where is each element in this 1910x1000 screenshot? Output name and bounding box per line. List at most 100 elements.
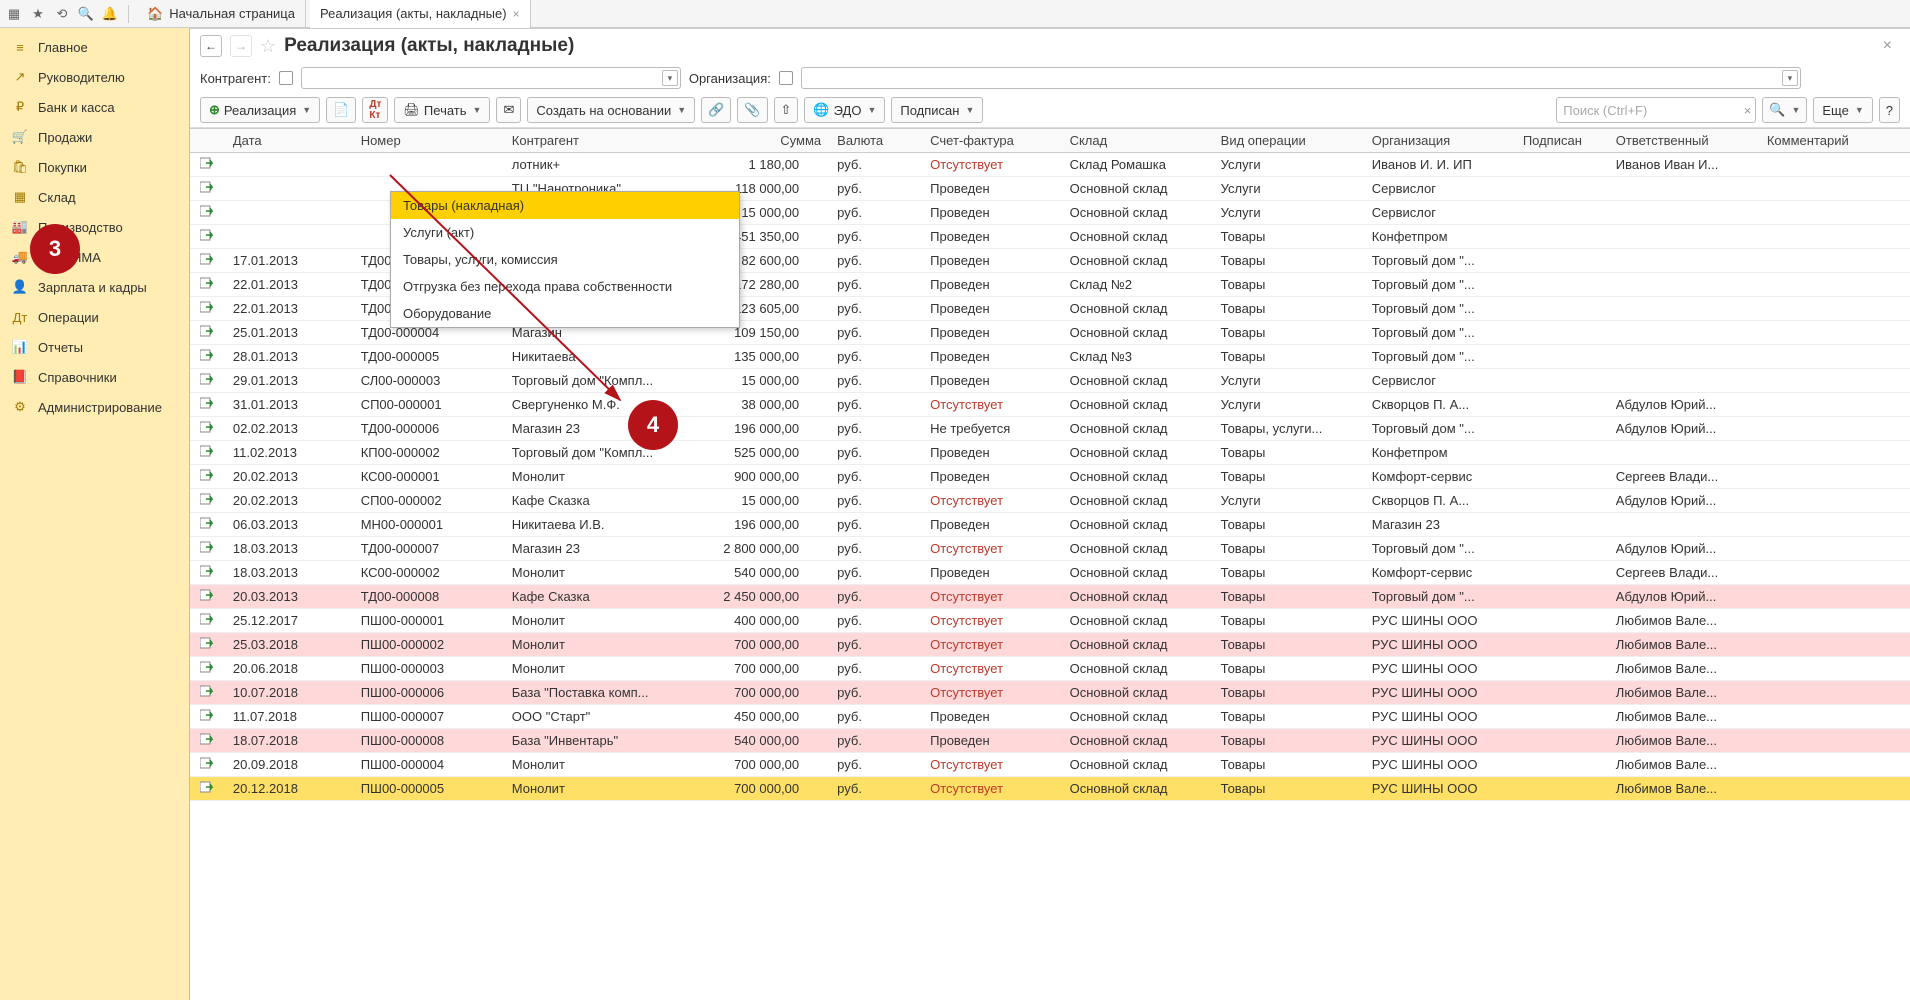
cell-signed <box>1515 225 1608 249</box>
cell-number: ТД00-000006 <box>353 417 504 441</box>
upload-button[interactable]: ⇧ <box>774 97 799 123</box>
chevron-down-icon[interactable]: ▾ <box>1782 70 1798 86</box>
sidebar-item-1[interactable]: ↗Руководителю <box>0 62 189 92</box>
org-checkbox[interactable] <box>779 71 793 85</box>
help-button[interactable]: ? <box>1879 97 1900 123</box>
counterparty-input[interactable]: ▾ <box>301 67 681 89</box>
star-icon[interactable]: ★ <box>28 4 48 24</box>
dropdown-item-4[interactable]: Оборудование <box>391 300 739 327</box>
cell-number: КС00-000001 <box>353 465 504 489</box>
realization-button[interactable]: ⊕ Реализация ▼ <box>200 97 320 123</box>
counterparty-checkbox[interactable] <box>279 71 293 85</box>
dropdown-item-2[interactable]: Товары, услуги, комиссия <box>391 246 739 273</box>
sidebar-item-2[interactable]: ₽Банк и касса <box>0 92 189 122</box>
tab-realization[interactable]: Реализация (акты, накладные) × <box>310 0 531 28</box>
column-header[interactable] <box>190 129 225 153</box>
table-row[interactable]: 02.02.2013ТД00-000006Магазин 23196 000,0… <box>190 417 1910 441</box>
table-row[interactable]: 25.03.2018ПШ00-000002Монолит700 000,00ру… <box>190 633 1910 657</box>
table-row[interactable]: 20.06.2018ПШ00-000003Монолит700 000,00ру… <box>190 657 1910 681</box>
table-row[interactable]: 28.01.2013ТД00-000005Никитаева135 000,00… <box>190 345 1910 369</box>
column-header[interactable]: Счет-фактура <box>922 129 1061 153</box>
sidebar-item-4[interactable]: 🛍Покупки <box>0 152 189 182</box>
table-row[interactable]: 18.07.2018ПШ00-000008База "Инвентарь"540… <box>190 729 1910 753</box>
column-header[interactable]: Подписан <box>1515 129 1608 153</box>
cell-currency: руб. <box>829 393 922 417</box>
column-header[interactable]: Номер <box>353 129 504 153</box>
favorite-star-icon[interactable]: ☆ <box>260 36 276 57</box>
chevron-down-icon[interactable]: ▾ <box>662 70 678 86</box>
dtkt-button[interactable]: ДтКт <box>362 97 388 123</box>
sidebar-item-3[interactable]: 🛒Продажи <box>0 122 189 152</box>
tab-home[interactable]: 🏠 Начальная страница <box>137 0 306 28</box>
cell-invoice: Отсутствует <box>922 537 1061 561</box>
column-header[interactable]: Контрагент <box>504 129 690 153</box>
copy-button[interactable]: 📄 <box>326 97 356 123</box>
sidebar-item-5[interactable]: ▦Склад <box>0 182 189 212</box>
table-row[interactable]: 06.03.2013МН00-000001Никитаева И.В.196 0… <box>190 513 1910 537</box>
table-row[interactable]: 10.07.2018ПШ00-000006База "Поставка комп… <box>190 681 1910 705</box>
table-row[interactable]: 29.01.2013СЛ00-000003Торговый дом "Компл… <box>190 369 1910 393</box>
sidebar-item-12[interactable]: ⚙Администрирование <box>0 392 189 422</box>
cell-invoice: Проведен <box>922 225 1061 249</box>
table-row[interactable]: 20.03.2013ТД00-000008Кафе Сказка2 450 00… <box>190 585 1910 609</box>
cell-date: 25.01.2013 <box>225 321 353 345</box>
table-row[interactable]: 20.02.2013КС00-000001Монолит900 000,00ру… <box>190 465 1910 489</box>
column-header[interactable]: Дата <box>225 129 353 153</box>
create-based-button[interactable]: Создать на основании ▼ <box>527 97 695 123</box>
sidebar-item-10[interactable]: 📊Отчеты <box>0 332 189 362</box>
cell-comment <box>1759 441 1910 465</box>
org-input[interactable]: ▾ <box>801 67 1801 89</box>
table-row[interactable]: лотник+1 180,00руб.ОтсутствуетСклад Рома… <box>190 153 1910 177</box>
dropdown-item-1[interactable]: Услуги (акт) <box>391 219 739 246</box>
sidebar-item-8[interactable]: 👤Зарплата и кадры <box>0 272 189 302</box>
link-button[interactable]: 🔗 <box>701 97 731 123</box>
dropdown-item-3[interactable]: Отгрузка без перехода права собственност… <box>391 273 739 300</box>
print-button[interactable]: 🖨 Печать ▼ <box>394 97 490 123</box>
search-icon[interactable]: 🔍 <box>76 4 96 24</box>
more-label: Еще <box>1822 103 1848 118</box>
table-row[interactable]: 25.12.2017ПШ00-000001Монолит400 000,00ру… <box>190 609 1910 633</box>
edo-button[interactable]: 🌐 ЭДО ▼ <box>804 97 885 123</box>
nav-forward-button[interactable]: → <box>230 35 252 57</box>
sidebar-item-11[interactable]: 📕Справочники <box>0 362 189 392</box>
search-input[interactable]: Поиск (Ctrl+F) × <box>1556 97 1756 123</box>
sidebar-item-9[interactable]: ДтОперации <box>0 302 189 332</box>
column-header[interactable]: Ответственный <box>1608 129 1759 153</box>
close-icon[interactable]: × <box>513 7 520 21</box>
apps-icon[interactable]: ▦ <box>4 4 24 24</box>
envelope-button[interactable]: ✉ <box>496 97 521 123</box>
bell-icon[interactable]: 🔔 <box>100 4 120 24</box>
cell-currency: руб. <box>829 753 922 777</box>
sidebar-item-6[interactable]: 🏭Производство <box>0 212 189 242</box>
row-status-icon <box>190 297 225 321</box>
search-button[interactable]: 🔍▼ <box>1762 97 1807 123</box>
table-row[interactable]: 18.03.2013ТД00-000007Магазин 232 800 000… <box>190 537 1910 561</box>
column-header[interactable]: Комментарий <box>1759 129 1910 153</box>
cell-warehouse: Основной склад <box>1062 513 1213 537</box>
history-icon[interactable]: ⟲ <box>52 4 72 24</box>
sidebar-item-7[interactable]: 🚚ОС и НМА <box>0 242 189 272</box>
column-header[interactable]: Вид операции <box>1213 129 1364 153</box>
table-row[interactable]: 20.02.2013СП00-000002Кафе Сказка15 000,0… <box>190 489 1910 513</box>
cell-invoice: Проведен <box>922 345 1061 369</box>
column-header[interactable]: Сумма <box>690 129 829 153</box>
column-header[interactable]: Склад <box>1062 129 1213 153</box>
more-button[interactable]: Еще ▼ <box>1813 97 1872 123</box>
close-page-button[interactable]: × <box>1875 37 1900 55</box>
attach-button[interactable]: 📎 <box>737 97 767 123</box>
column-header[interactable]: Организация <box>1364 129 1515 153</box>
table-row[interactable]: 20.09.2018ПШ00-000004Монолит700 000,00ру… <box>190 753 1910 777</box>
cell-number: ТД00-000005 <box>353 345 504 369</box>
table-row[interactable]: 11.07.2018ПШ00-000007ООО "Старт"450 000,… <box>190 705 1910 729</box>
sidebar-item-0[interactable]: ≡Главное <box>0 32 189 62</box>
cell-date: 22.01.2013 <box>225 297 353 321</box>
column-header[interactable]: Валюта <box>829 129 922 153</box>
signed-button[interactable]: Подписан ▼ <box>891 97 983 123</box>
table-row[interactable]: 20.12.2018ПШ00-000005Монолит700 000,00ру… <box>190 777 1910 801</box>
dropdown-item-0[interactable]: Товары (накладная) <box>391 192 739 219</box>
table-row[interactable]: 31.01.2013СП00-000001Свергуненко М.Ф.38 … <box>190 393 1910 417</box>
clear-icon[interactable]: × <box>1744 103 1752 118</box>
table-row[interactable]: 11.02.2013КП00-000002Торговый дом "Компл… <box>190 441 1910 465</box>
table-row[interactable]: 18.03.2013КС00-000002Монолит540 000,00ру… <box>190 561 1910 585</box>
nav-back-button[interactable]: ← <box>200 35 222 57</box>
